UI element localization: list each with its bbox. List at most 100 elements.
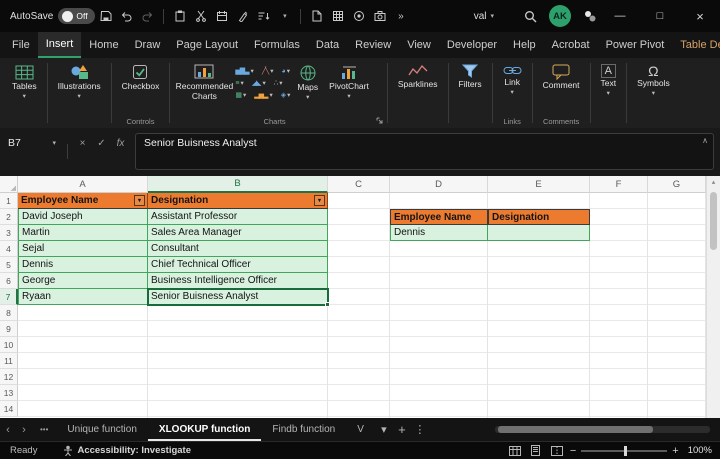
zoom-slider[interactable] xyxy=(581,450,667,452)
cell-b7[interactable]: Senior Buisness Analyst xyxy=(148,289,328,305)
row-header-14[interactable]: 14 xyxy=(0,401,18,417)
area-chart-button[interactable]: ◢◣▾ xyxy=(252,79,266,87)
account-avatar[interactable]: AK xyxy=(549,5,571,27)
histogram-chart-button[interactable]: ▂▅▂▾ xyxy=(254,91,272,99)
normal-view-icon[interactable] xyxy=(507,444,523,458)
search-icon[interactable] xyxy=(520,2,541,30)
line-chart-button[interactable]: ╱╲▾ xyxy=(262,67,274,75)
save-icon[interactable] xyxy=(95,2,116,30)
tab-home[interactable]: Home xyxy=(81,32,126,58)
tab-data[interactable]: Data xyxy=(308,32,347,58)
copilot-icon[interactable] xyxy=(579,2,600,30)
sheet-prev-icon[interactable]: ‹ xyxy=(0,418,16,441)
vertical-scrollbar[interactable]: ▴ xyxy=(706,176,720,418)
row-header-3[interactable]: 3 xyxy=(0,225,18,241)
pie-chart-button[interactable]: ◕▾ xyxy=(282,67,291,75)
tab-formulas[interactable]: Formulas xyxy=(246,32,308,58)
row-header-9[interactable]: 9 xyxy=(0,321,18,337)
minimize-button[interactable]: — xyxy=(600,0,640,32)
sheet-tab-xlookup-function[interactable]: XLOOKUP function xyxy=(148,418,261,441)
tab-insert[interactable]: Insert xyxy=(38,32,82,58)
row-header-12[interactable]: 12 xyxy=(0,369,18,385)
close-button[interactable]: × xyxy=(680,0,720,32)
zoom-slider-knob[interactable] xyxy=(624,446,627,456)
worksheet-grid[interactable]: ◢ A B C D E F G 1 2 3 4 5 6 7 8 9 10 11 … xyxy=(0,176,720,418)
cancel-button[interactable]: × xyxy=(73,133,92,153)
illustrations-button[interactable]: Illustrations ▾ xyxy=(54,61,105,100)
scroll-up-icon[interactable]: ▴ xyxy=(707,178,720,186)
cell-b3[interactable]: Sales Area Manager xyxy=(148,225,328,241)
column-header-c[interactable]: C xyxy=(328,176,390,193)
charts-dialog-launcher-icon[interactable] xyxy=(376,117,383,126)
vertical-scrollbar-thumb[interactable] xyxy=(710,192,717,250)
formula-input[interactable]: Senior Buisness Analyst ∧ xyxy=(135,133,714,170)
row-header-8[interactable]: 8 xyxy=(0,305,18,321)
column-header-e[interactable]: E xyxy=(488,176,590,193)
scatter-chart-button[interactable]: ∴▾ xyxy=(274,79,283,87)
table-grid-icon[interactable] xyxy=(327,2,348,30)
row-header-5[interactable]: 5 xyxy=(0,257,18,273)
maps-button[interactable]: Maps ▾ xyxy=(293,61,322,101)
row-header-6[interactable]: 6 xyxy=(0,273,18,289)
sort-filter-icon[interactable] xyxy=(253,2,274,30)
checkbox-button[interactable]: Checkbox xyxy=(118,61,164,92)
cell-d3[interactable]: Dennis xyxy=(390,225,488,241)
pivotchart-button[interactable]: PivotChart ▾ xyxy=(325,61,373,100)
page-layout-view-icon[interactable] xyxy=(528,444,544,458)
accessibility-status[interactable]: Accessibility: Investigate xyxy=(63,445,191,456)
cell-b4[interactable]: Consultant xyxy=(148,241,328,257)
row-header-2[interactable]: 2 xyxy=(0,209,18,225)
column-header-b[interactable]: B xyxy=(148,176,328,193)
autosave-switch[interactable]: Off xyxy=(58,8,95,24)
cell-a3[interactable]: Martin xyxy=(18,225,148,241)
insert-function-button[interactable]: fx xyxy=(111,133,130,153)
row-header-4[interactable]: 4 xyxy=(0,241,18,257)
tab-draw[interactable]: Draw xyxy=(127,32,169,58)
horizontal-scrollbar[interactable] xyxy=(495,426,710,433)
sheet-next-icon[interactable]: › xyxy=(16,418,32,441)
sparklines-button[interactable]: Sparklines xyxy=(394,61,442,90)
tables-button[interactable]: Tables ▾ xyxy=(8,61,41,100)
enter-button[interactable]: ✓ xyxy=(92,133,111,153)
format-painter-icon[interactable] xyxy=(232,2,253,30)
undo-icon[interactable] xyxy=(116,2,137,30)
comment-button[interactable]: Comment xyxy=(539,61,584,91)
row-header-7[interactable]: 7 xyxy=(0,289,18,305)
cell-d2[interactable]: Employee Name xyxy=(390,209,488,225)
tab-table-design[interactable]: Table Design xyxy=(672,32,720,58)
filters-button[interactable]: Filters xyxy=(455,61,486,90)
sheet-tab-findb-function[interactable]: Findb function xyxy=(261,418,346,441)
filter-dropdown-icon[interactable]: ▾ xyxy=(314,195,325,206)
redo-icon[interactable] xyxy=(137,2,158,30)
cell-a1[interactable]: Employee Name ▾ xyxy=(18,193,148,209)
cell-e2[interactable]: Designation xyxy=(488,209,590,225)
link-button[interactable]: Link ▾ xyxy=(499,61,526,96)
calendar-icon[interactable] xyxy=(211,2,232,30)
cell-b1[interactable]: Designation ▾ xyxy=(148,193,328,209)
zoom-out-button[interactable]: − xyxy=(570,445,576,457)
sheet-tab-v[interactable]: V xyxy=(346,418,375,441)
more-commands-icon[interactable]: » xyxy=(390,2,411,30)
sheet-options-kebab-icon[interactable]: ⋮ xyxy=(411,418,429,441)
symbols-button[interactable]: Ω Symbols ▾ xyxy=(633,61,674,97)
chevron-down-icon[interactable]: ▾ xyxy=(375,418,393,441)
text-button[interactable]: A Text ▾ xyxy=(597,61,621,97)
cell-e3[interactable] xyxy=(488,225,590,241)
tab-help[interactable]: Help xyxy=(505,32,544,58)
tab-view[interactable]: View xyxy=(399,32,439,58)
map-chart-button[interactable]: ▦▾ xyxy=(235,91,246,99)
tab-power-pivot[interactable]: Power Pivot xyxy=(598,32,673,58)
add-sheet-button[interactable]: + xyxy=(393,418,411,441)
recommended-charts-button[interactable]: Recommended Charts xyxy=(176,61,232,102)
cell-a5[interactable]: Dennis xyxy=(18,257,148,273)
search-box[interactable]: val ▾ xyxy=(474,11,494,22)
bar-chart-button[interactable]: ≡▾ xyxy=(235,79,243,87)
column-header-a[interactable]: A xyxy=(18,176,148,193)
cut-icon[interactable] xyxy=(190,2,211,30)
column-header-f[interactable]: F xyxy=(590,176,648,193)
zoom-in-button[interactable]: + xyxy=(672,445,678,457)
quick-access-chevron-icon[interactable]: ▾ xyxy=(274,2,295,30)
zoom-level[interactable]: 100% xyxy=(688,445,712,456)
page-break-view-icon[interactable] xyxy=(549,444,565,458)
cell-b2[interactable]: Assistant Professor xyxy=(148,209,328,225)
